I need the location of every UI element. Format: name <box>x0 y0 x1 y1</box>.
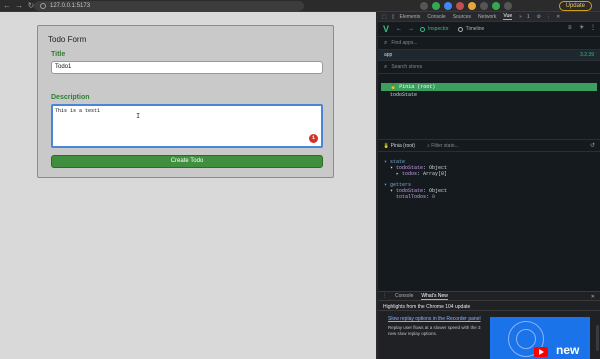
state-header-title: 🍍 Pinia (root) <box>383 142 416 149</box>
state-header: 🍍 Pinia (root) ⌕ Filter state... ↺ <box>378 140 600 152</box>
inspect-element-icon[interactable]: ⬚ <box>382 14 387 20</box>
tab-elements[interactable]: Elements <box>400 14 421 20</box>
getter-sub-row[interactable]: totalTodos: 0 <box>378 194 600 200</box>
address-url: 127.0.0.1:5173 <box>50 3 91 9</box>
message-count-badge[interactable]: 1 <box>527 14 530 20</box>
state-tree: ▾ state ▾ todoState: Object ▸ todos: Arr… <box>378 152 600 200</box>
settings-icon[interactable]: ⚙ <box>537 14 541 20</box>
vue-toolbar-icons: ≡ ☀ ⋮ <box>568 25 596 31</box>
search-icon: ⌕ <box>384 63 388 70</box>
browser-toolbar: ← → ↻ 127.0.0.1:5173 Update <box>0 0 600 12</box>
tab-console[interactable]: Console <box>427 14 445 20</box>
inspector-tab[interactable]: Inspector <box>420 26 449 32</box>
text-cursor-icon: I <box>136 113 141 121</box>
inspector-label: Inspector <box>428 26 449 32</box>
app-selector[interactable]: app 3.2.39 <box>378 50 600 61</box>
search-stores-input[interactable]: ⌕ Search stores <box>378 61 600 74</box>
state-sub-key: todos <box>402 171 418 177</box>
drawer-tab-console[interactable]: Console <box>395 293 413 299</box>
search-icon: ⌕ <box>384 39 388 46</box>
description-text: This is a test1 <box>55 108 101 114</box>
share-icon[interactable] <box>420 2 428 10</box>
more-options-icon[interactable]: ⋮ <box>546 14 551 20</box>
page-viewport: Todo Form Title Todo1 Description This i… <box>0 12 376 359</box>
pinia-logo-icon: 🍍 <box>390 84 400 90</box>
history-icon[interactable]: ↺ <box>590 142 595 149</box>
todo-form: Todo Form Title Todo1 Description This i… <box>37 25 334 178</box>
highlights-heading: Highlights from the Chrome 104 update <box>378 301 600 311</box>
state-sub-row[interactable]: ▸ todos: Array[0] <box>378 171 600 177</box>
extension-icons <box>420 2 512 10</box>
thumbnail-decoration <box>516 329 536 349</box>
whats-new-video-thumbnail[interactable]: new <box>490 317 590 359</box>
close-devtools-icon[interactable]: ✕ <box>556 14 560 20</box>
search-stores-placeholder: Search stores <box>391 64 423 70</box>
filter-placeholder: Filter state... <box>431 142 459 149</box>
title-input[interactable]: Todo1 <box>51 61 323 74</box>
devtools-tabs: ⬚ ▯ Elements Console Sources Network Vue… <box>378 12 600 22</box>
devtools-panel: ⬚ ▯ Elements Console Sources Network Vue… <box>376 12 600 359</box>
back-icon[interactable]: ← <box>2 1 12 11</box>
drawer-tabs: ⋮ Console What's New ✕ <box>378 292 600 301</box>
form-title: Todo Form <box>48 35 87 44</box>
vue-version: 3.2.39 <box>580 52 594 58</box>
app-name: app <box>384 52 393 58</box>
store-label: Pinia (root) <box>399 84 436 90</box>
forward-icon[interactable]: → <box>14 1 24 11</box>
state-inspector: 🍍 Pinia (root) ⌕ Filter state... ↺ ▾ sta… <box>378 139 600 291</box>
sun-icon[interactable]: ☀ <box>579 25 585 31</box>
back-arrow-icon[interactable]: ← <box>396 26 402 32</box>
extension-icon[interactable] <box>432 2 440 10</box>
whats-new-link[interactable]: Slow replay options in the Recorder pane… <box>388 316 488 322</box>
store-item-todostate[interactable]: todoState <box>378 91 600 99</box>
whats-new-item: Slow replay options in the Recorder pane… <box>378 311 600 359</box>
getter-sub-key: totalTodos <box>396 194 427 200</box>
drawer-scrollbar[interactable] <box>596 325 599 351</box>
tab-vue[interactable]: Vue <box>503 13 513 20</box>
state-header-label: Pinia (root) <box>390 142 416 149</box>
extension-icon[interactable] <box>480 2 488 10</box>
description-textarea[interactable]: This is a test1 I 1 <box>51 104 323 148</box>
description-label: Description <box>51 94 90 101</box>
more-icon[interactable]: ⋮ <box>590 25 596 31</box>
store-list: 🍍 Pinia (root) todoState <box>378 74 600 99</box>
vue-extension-icon[interactable] <box>492 2 500 10</box>
tab-sources[interactable]: Sources <box>453 14 471 20</box>
whats-new-text: Slow replay options in the Recorder pane… <box>388 316 488 336</box>
tab-network[interactable]: Network <box>478 14 496 20</box>
whats-new-description: Replay user flows at a slower speed with… <box>388 325 481 336</box>
close-drawer-icon[interactable]: ✕ <box>591 294 595 300</box>
update-button[interactable]: Update <box>558 1 592 11</box>
thumbnail-text: new <box>556 343 580 357</box>
puzzle-icon[interactable] <box>504 2 512 10</box>
devtools-drawer: ⋮ Console What's New ✕ Highlights from t… <box>378 291 600 359</box>
youtube-play-icon[interactable] <box>534 347 548 357</box>
grammar-badge[interactable]: 1 <box>309 134 318 143</box>
timeline-icon <box>457 26 463 32</box>
device-toolbar-icon[interactable]: ▯ <box>392 14 395 20</box>
state-sub-value: Array[0] <box>423 171 448 177</box>
list-icon[interactable]: ≡ <box>568 25 574 31</box>
extension-icon[interactable] <box>456 2 464 10</box>
timeline-tab[interactable]: Timeline <box>457 26 485 32</box>
title-label: Title <box>51 51 66 58</box>
site-info-icon[interactable] <box>40 3 46 9</box>
find-apps-placeholder: Find apps... <box>391 40 418 46</box>
store-item-pinia-root[interactable]: 🍍 Pinia (root) <box>381 83 597 91</box>
getter-sub-value: 0 <box>432 194 436 200</box>
find-apps-search[interactable]: ⌕ Find apps... <box>378 37 600 50</box>
drawer-menu-icon[interactable]: ⋮ <box>382 293 387 299</box>
extension-icon[interactable] <box>444 2 452 10</box>
vue-logo-icon: V <box>383 24 390 34</box>
vue-toolbar: V ← → Inspector Timeline <box>378 22 600 37</box>
address-bar[interactable]: 127.0.0.1:5173 <box>34 1 304 11</box>
forward-arrow-icon[interactable]: → <box>408 26 414 32</box>
drawer-tab-whats-new[interactable]: What's New <box>421 293 448 300</box>
more-tabs-icon[interactable]: » <box>519 14 522 20</box>
extension-icon[interactable] <box>468 2 476 10</box>
timeline-label: Timeline <box>465 26 485 32</box>
create-todo-button[interactable]: Create Todo <box>51 155 323 168</box>
filter-state-input[interactable]: ⌕ Filter state... <box>427 143 459 149</box>
inspector-icon <box>420 26 426 32</box>
